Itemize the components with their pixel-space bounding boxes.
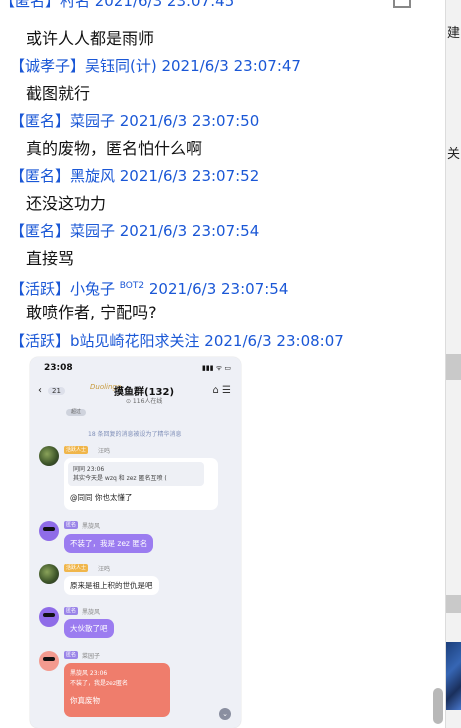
header-name: 【活跃】小兔子 [10, 280, 120, 298]
unread-badge: 21 [48, 387, 65, 395]
cut-message-header: 【匿名】村名 2021/6/3 23:07:45 [0, 0, 235, 10]
background-window-strip: 建 关 [445, 0, 461, 728]
member-tag: 活跃人士 [64, 564, 89, 572]
screenshot-image[interactable]: 23:08 ▮▮▮ ᯤ ▭ ‹ 21 Duolingo 摸鱼群(132) ⊙ 1… [30, 357, 241, 728]
member-name: 汪鸣 [98, 566, 111, 573]
phone-status-bar: 23:08 ▮▮▮ ᯤ ▭ [30, 357, 241, 379]
message-text: 截图就行 [26, 84, 91, 103]
message-text: 或许人人都是雨师 [26, 29, 155, 48]
background-text: 建 [447, 26, 461, 41]
message-header: 【诚孝子】吴钰同(计) 2021/6/3 23:07:47 [10, 57, 301, 75]
background-text: 关 [447, 147, 461, 162]
back-icon: ‹ [38, 385, 42, 396]
quote-author: 同同 23:06 [73, 466, 105, 473]
avatar [39, 564, 59, 584]
member-tag: 活跃人士 [64, 446, 89, 454]
background-image [446, 642, 461, 710]
chat-bubble: 大伙散了吧 [64, 619, 114, 638]
bubble-text: @同同 你也太懂了 [70, 493, 133, 502]
quote-author: 黑旋风 23:06 [70, 670, 108, 677]
avatar [39, 651, 59, 671]
scroll-down-icon: ⌄ [219, 708, 231, 720]
message-text: 真的废物，匿名怕什么啊 [26, 139, 203, 158]
chat-bubble: 同同 23:06 其实今天是 wzq 和 zez 匿名互喷 ( @同同 你也太懂… [64, 458, 218, 510]
message-text: 还没这功力 [26, 194, 107, 213]
member-tag: 匿名 [64, 521, 79, 529]
chat-bubble: 黑旋风 23:06 不装了，我是zez匿名 你真废物 [64, 663, 170, 717]
member-tag: 匿名 [64, 651, 79, 659]
bot-badge: BOT2 [119, 281, 145, 291]
background-block [446, 595, 461, 613]
phone-nav-bar: ‹ 21 Duolingo 摸鱼群(132) ⊙ 116人在线 ⌂ ☰ [30, 379, 241, 407]
phone-time: 23:08 [44, 363, 73, 373]
chat-bubble: 不装了，我是 zez 匿名 [64, 534, 154, 553]
member-name: 菜园子 [82, 653, 101, 660]
avatar [39, 607, 59, 627]
background-block [446, 354, 461, 380]
message-header: 【活跃】b站见崎花阳求关注 2021/6/3 23:08:07 [10, 332, 344, 350]
avatar [39, 521, 59, 541]
member-tag: 匿名 [64, 607, 79, 615]
quote-text: 其实今天是 wzq 和 zez 匿名互喷 ( [73, 475, 167, 482]
message-text: 敢喷作者, 宁配吗? [26, 303, 157, 322]
scrollbar-thumb[interactable] [433, 688, 443, 724]
message-header: 【匿名】菜园子 2021/6/3 23:07:50 [10, 112, 260, 130]
message-header: 【活跃】小兔子 BOT2 2021/6/3 23:07:54 [10, 276, 288, 299]
bubble-text: 你真废物 [70, 696, 100, 705]
member-name: 汪鸣 [98, 448, 111, 455]
message-header: 【匿名】黑旋风 2021/6/3 23:07:52 [10, 167, 260, 185]
restore-window-icon[interactable] [393, 0, 411, 8]
quote-text: 不装了，我是zez匿名 [70, 680, 128, 687]
header-time: 2021/6/3 23:07:54 [144, 280, 289, 298]
signal-icon: ▮▮▮ ᯤ ▭ [201, 364, 231, 372]
chat-bubble: 原来是祖上积的世仇是吧 [64, 576, 159, 595]
essence-notice: 18 条回复的消息被设为了精华消息 [88, 431, 182, 438]
message-header: 【匿名】菜园子 2021/6/3 23:07:54 [10, 222, 260, 240]
avatar [39, 446, 59, 466]
menu-icon: ⌂ ☰ [212, 385, 232, 396]
chat-log: 【匿名】村名 2021/6/3 23:07:45 或许人人都是雨师 【诚孝子】吴… [0, 0, 445, 728]
message-text: 直接骂 [26, 249, 75, 268]
quote-block: 同同 23:06 其实今天是 wzq 和 zez 匿名互喷 ( [68, 462, 204, 486]
member-name: 黑旋风 [82, 609, 101, 616]
member-name: 黑旋风 [82, 523, 101, 530]
online-count: ⊙ 116人在线 [126, 398, 163, 405]
status-pill: 超过 [66, 409, 86, 416]
